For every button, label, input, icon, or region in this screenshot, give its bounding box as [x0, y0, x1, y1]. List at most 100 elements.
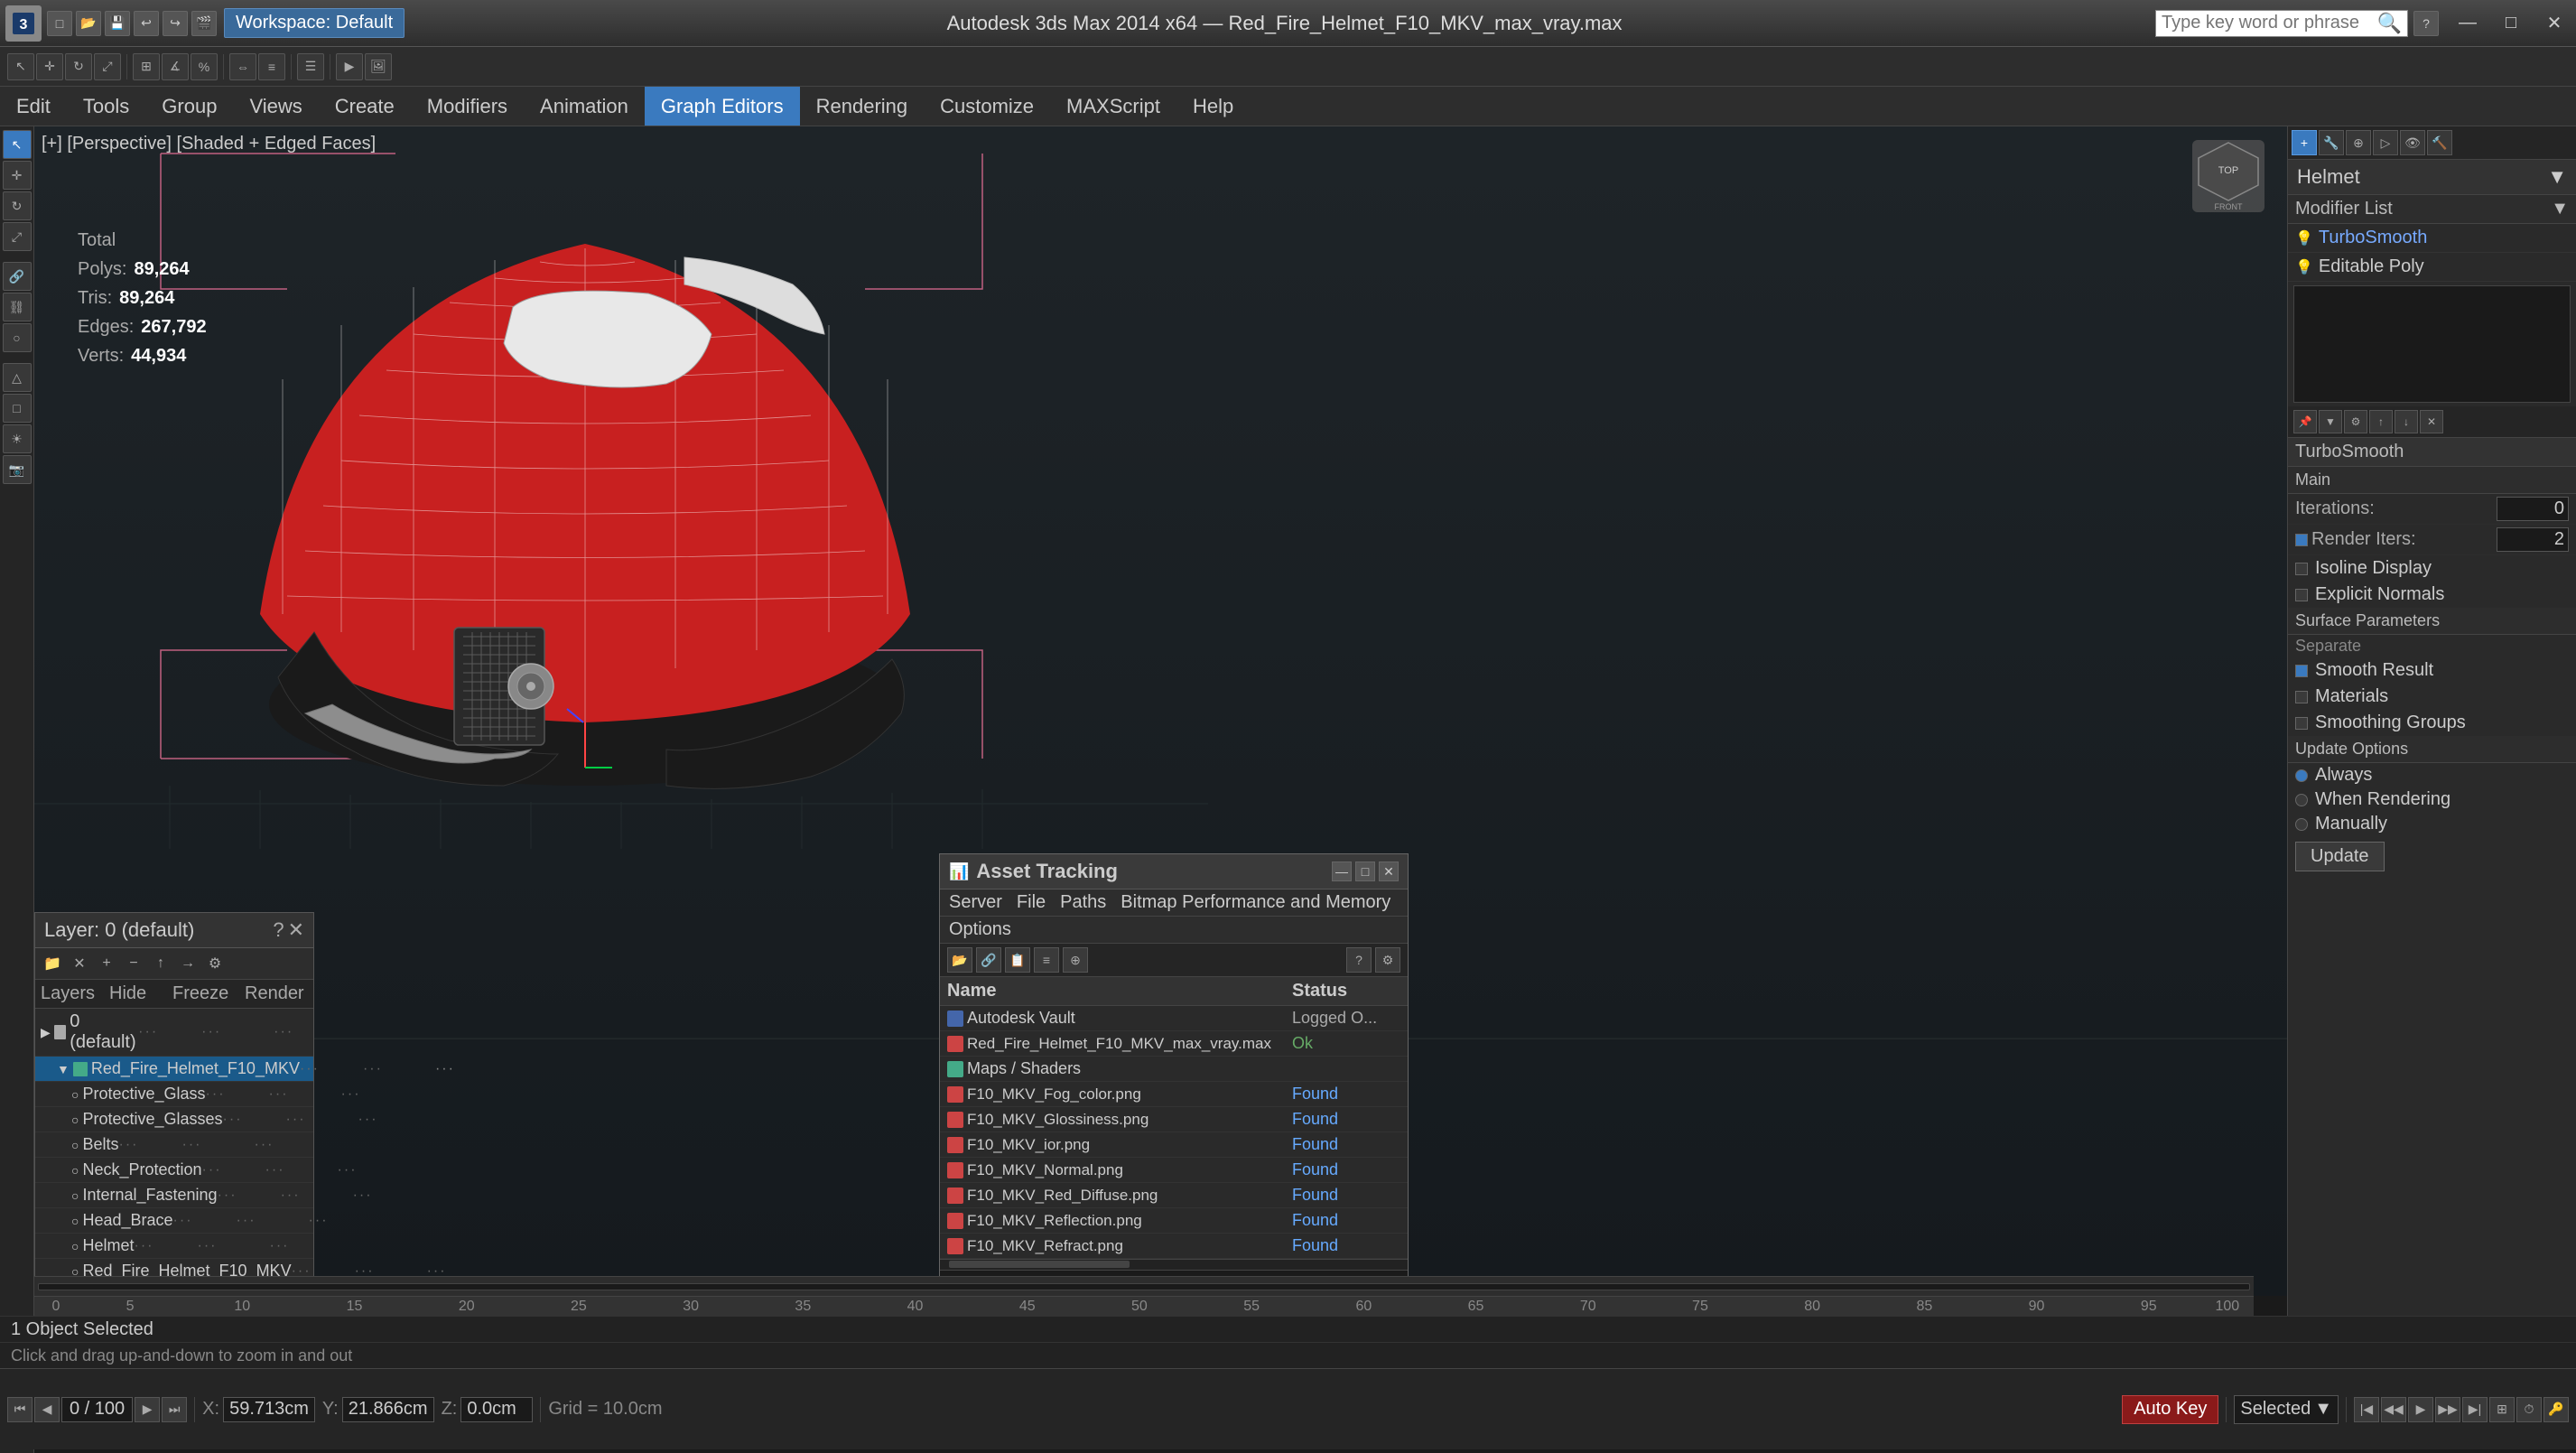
layer-btn[interactable]: ☰	[297, 53, 324, 80]
asset-tb7[interactable]: ⚙	[1375, 947, 1400, 973]
play-btn[interactable]: ▶	[2408, 1397, 2433, 1422]
frame-counter[interactable]: 0 / 100	[61, 1397, 133, 1422]
asset-refract[interactable]: F10_MKV_Refract.png Found	[940, 1234, 1408, 1259]
isoline-checkbox[interactable]	[2295, 563, 2308, 575]
rotate-tool[interactable]: ↻	[3, 191, 32, 220]
layer-helmet[interactable]: ○ Helmet ··· ··· ···	[35, 1234, 313, 1259]
menu-tools[interactable]: Tools	[67, 87, 145, 126]
update-button[interactable]: Update	[2295, 842, 2385, 871]
snap-toggle[interactable]: ⊞	[133, 53, 160, 80]
layers-select-btn[interactable]: ↑	[149, 952, 172, 975]
search-input[interactable]	[2162, 13, 2377, 33]
menu-help[interactable]: Help	[1176, 87, 1250, 126]
pin-btn[interactable]: 📌	[2293, 410, 2317, 433]
select-btn[interactable]: ↖	[7, 53, 34, 80]
asset-restore-btn[interactable]: □	[1355, 862, 1375, 881]
motion-tab[interactable]: ▷	[2373, 130, 2398, 155]
frame-prev-btn[interactable]: ◀	[34, 1397, 60, 1422]
asset-max-file[interactable]: Red_Fire_Helmet_F10_MKV_max_vray.max Ok	[940, 1031, 1408, 1057]
render-iters-checkbox[interactable]	[2295, 534, 2308, 546]
surface-params-section[interactable]: Surface Parameters	[2288, 608, 2576, 635]
asset-tb1[interactable]: 📂	[947, 947, 972, 973]
x-coord-field[interactable]: 59.713cm	[223, 1397, 315, 1422]
up-btn[interactable]: ↑	[2369, 410, 2393, 433]
asset-ior[interactable]: F10_MKV_ior.png Found	[940, 1132, 1408, 1158]
funnel-btn[interactable]: ▼	[2319, 410, 2342, 433]
layer-default[interactable]: ▶ 0 (default) ··· ··· ···	[35, 1009, 313, 1057]
timeline-ruler[interactable]: 0 5 10 15 20 25 30 35 40 45 50 55 60 65 …	[34, 1296, 2254, 1316]
layers-add-btn[interactable]: +	[95, 952, 118, 975]
display-tab[interactable]: 👁	[2400, 130, 2425, 155]
layer-red-fire-helmet[interactable]: ▼ Red_Fire_Helmet_F10_MKV ··· ··· ···	[35, 1057, 313, 1082]
geometry-tool[interactable]: □	[3, 394, 32, 423]
maximize-button[interactable]: □	[2489, 0, 2533, 47]
asset-maps-folder[interactable]: Maps / Shaders	[940, 1057, 1408, 1082]
rotate-btn[interactable]: ↻	[65, 53, 92, 80]
asset-close-btn[interactable]: ✕	[1379, 862, 1399, 881]
search-box[interactable]: 🔍	[2155, 10, 2408, 37]
menu-customize[interactable]: Customize	[924, 87, 1050, 126]
mode-btn[interactable]: ⊞	[2489, 1397, 2515, 1422]
hierarchy-tab[interactable]: ⊕	[2346, 130, 2371, 155]
always-radio[interactable]	[2295, 769, 2308, 782]
redo-btn[interactable]: ↪	[163, 11, 188, 36]
workspace-button[interactable]: Workspace: Default	[224, 8, 405, 38]
z-coord-field[interactable]: 0.0cm	[460, 1397, 533, 1422]
layers-move-btn[interactable]: →	[176, 952, 200, 975]
angle-snap[interactable]: ∡	[162, 53, 189, 80]
key-prev-btn[interactable]: ⏮	[7, 1397, 33, 1422]
select-tool[interactable]: ↖	[3, 130, 32, 159]
first-frame-btn[interactable]: |◀	[2354, 1397, 2379, 1422]
asset-tb3[interactable]: 📋	[1005, 947, 1030, 973]
link-tool[interactable]: 🔗	[3, 262, 32, 291]
asset-glossiness[interactable]: F10_MKV_Glossiness.png Found	[940, 1107, 1408, 1132]
render-btn[interactable]: 🎬	[191, 11, 217, 36]
key-next-btn[interactable]: ⏭	[162, 1397, 187, 1422]
menu-edit[interactable]: Edit	[0, 87, 67, 126]
y-coord-field[interactable]: 21.866cm	[342, 1397, 434, 1422]
layers-options-btn[interactable]: ⚙	[203, 952, 227, 975]
next-frame-btn[interactable]: ▶▶	[2435, 1397, 2460, 1422]
layers-new-btn[interactable]: 📁	[41, 952, 64, 975]
config-btn[interactable]: ⚙	[2344, 410, 2367, 433]
layers-help-btn[interactable]: ?	[273, 918, 284, 942]
menu-create[interactable]: Create	[319, 87, 411, 126]
menu-animation[interactable]: Animation	[524, 87, 645, 126]
layer-head-brace[interactable]: ○ Head_Brace ··· ··· ···	[35, 1208, 313, 1234]
move-btn[interactable]: ✛	[36, 53, 63, 80]
down-btn[interactable]: ↓	[2395, 410, 2418, 433]
name-expand[interactable]: ▼	[2547, 165, 2567, 189]
key-filters-btn[interactable]: 🔑	[2543, 1397, 2569, 1422]
explicit-normals-checkbox[interactable]	[2295, 589, 2308, 601]
save-btn[interactable]: 💾	[105, 11, 130, 36]
layers-delete-btn[interactable]: ✕	[68, 952, 91, 975]
close-button[interactable]: ✕	[2533, 0, 2576, 47]
scale-tool[interactable]: ⤢	[3, 222, 32, 251]
prev-frame-btn[interactable]: ◀◀	[2381, 1397, 2406, 1422]
materials-checkbox[interactable]	[2295, 691, 2308, 703]
iterations-value[interactable]: 0	[2497, 497, 2569, 521]
help-icon[interactable]: ?	[2413, 11, 2439, 36]
timeline-slider-area[interactable]	[34, 1276, 2254, 1296]
layers-remove-btn[interactable]: −	[122, 952, 145, 975]
create-tab[interactable]: +	[2292, 130, 2317, 155]
asset-tb2[interactable]: 🔗	[976, 947, 1001, 973]
main-section[interactable]: Main	[2288, 467, 2576, 494]
render-setup[interactable]: ▶	[336, 53, 363, 80]
asset-vault[interactable]: Autodesk Vault Logged O...	[940, 1006, 1408, 1031]
turbosmooth-section[interactable]: TurboSmooth	[2288, 438, 2576, 467]
modifier-list-dropdown[interactable]: ▼	[2551, 199, 2569, 219]
nav-cube[interactable]: TOP FRONT	[2188, 135, 2269, 217]
selected-dropdown[interactable]: Selected ▼	[2234, 1395, 2339, 1424]
undo-btn[interactable]: ↩	[134, 11, 159, 36]
utilities-tab[interactable]: 🔨	[2427, 130, 2452, 155]
layer-belts[interactable]: ○ Belts ··· ··· ···	[35, 1132, 313, 1158]
manually-radio[interactable]	[2295, 818, 2308, 831]
smoothing-groups-checkbox[interactable]	[2295, 717, 2308, 730]
menu-modifiers[interactable]: Modifiers	[411, 87, 524, 126]
move-tool[interactable]: ✛	[3, 161, 32, 190]
modify-tab[interactable]: 🔧	[2319, 130, 2344, 155]
auto-key-btn[interactable]: Auto Key	[2122, 1395, 2218, 1424]
when-rendering-radio[interactable]	[2295, 794, 2308, 806]
update-options-section[interactable]: Update Options	[2288, 736, 2576, 763]
